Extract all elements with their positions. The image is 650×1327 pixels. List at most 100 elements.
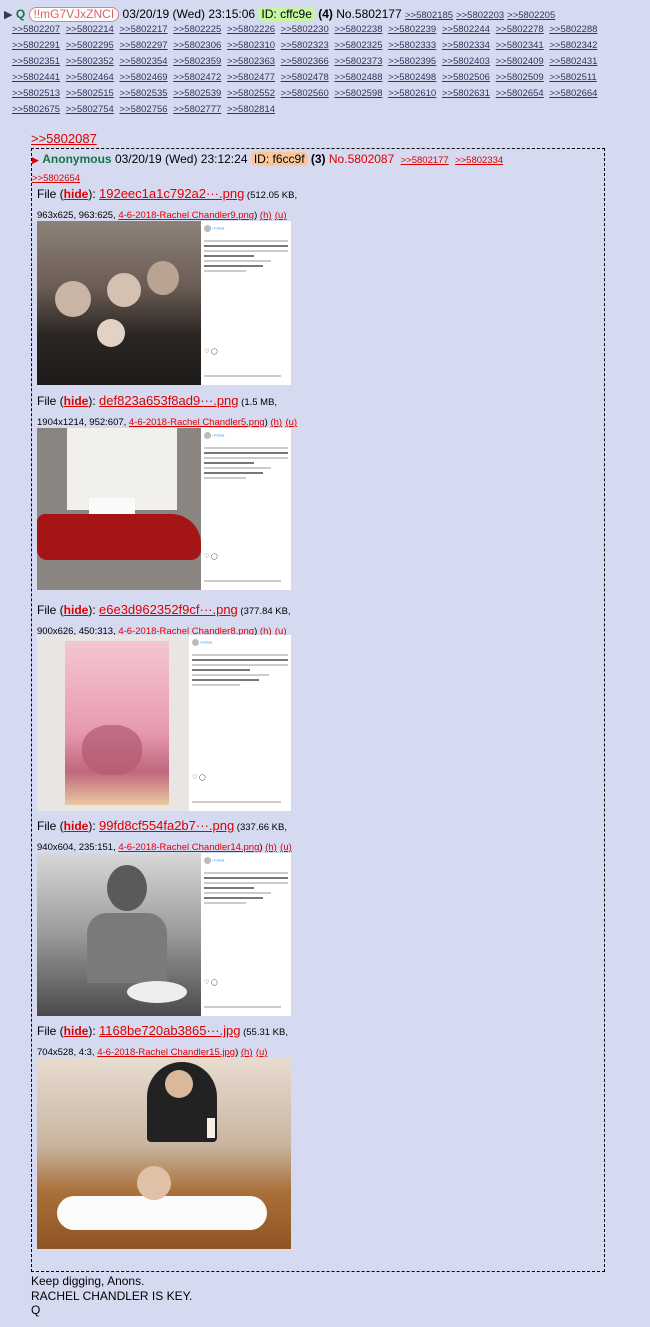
original-filename-link[interactable]: 4-6-2018-Rachel Chandler14.png	[118, 842, 259, 853]
reply-backlink[interactable]: >>5802664	[549, 88, 597, 99]
reply-backlink[interactable]: >>5802431	[549, 56, 597, 67]
file-h-link[interactable]: (h)	[260, 210, 272, 221]
reply-backlink[interactable]: >>5802366	[281, 56, 329, 67]
expand-arrow-icon[interactable]: ▶	[32, 155, 39, 165]
reply-backlink[interactable]: >>5802598	[334, 88, 382, 99]
reply-backlink[interactable]: >>5802814	[227, 104, 275, 115]
file-h-link[interactable]: (h)	[265, 842, 277, 853]
quote-link[interactable]: >>5802087	[31, 131, 97, 146]
reply-backlink[interactable]: >>5802359	[173, 56, 221, 67]
reply-backlink[interactable]: >>5802306	[173, 40, 221, 51]
reply-backlink[interactable]: >>5802278	[496, 24, 544, 35]
reply-backlink[interactable]: >>5802488	[334, 72, 382, 83]
reply-backlink[interactable]: >>5802395	[388, 56, 436, 67]
reply-backlink[interactable]: >>5802352	[66, 56, 114, 67]
reply-backlink[interactable]: >>5802341	[496, 40, 544, 51]
original-filename-link[interactable]: 4-6-2018-Rachel Chandler5.png	[129, 417, 265, 428]
reply-backlink[interactable]: >>5802295	[66, 40, 114, 51]
file-name-link[interactable]: e6e3d962352f9cf···.png	[99, 602, 238, 617]
reply-backlink[interactable]: >>5802288	[549, 24, 597, 35]
file-thumbnail[interactable]: • Follow ♡ ◯	[37, 428, 291, 590]
reply-backlink[interactable]: >>5802509	[496, 72, 544, 83]
file-h-link[interactable]: (h)	[241, 1047, 253, 1058]
file-thumbnail[interactable]: • Follow ♡ ◯	[37, 221, 291, 385]
reply-backlink[interactable]: >>5802225	[173, 24, 221, 35]
hide-file-link[interactable]: hide	[64, 394, 89, 408]
original-filename-link[interactable]: 4-6-2018-Rachel Chandler9.png	[118, 210, 254, 221]
reply-backlink[interactable]: >>5802513	[12, 88, 60, 99]
poster-id[interactable]: ID: cffc9e	[258, 7, 315, 21]
post-number[interactable]: No.5802087	[329, 152, 394, 166]
reply-backlink[interactable]: >>5802464	[66, 72, 114, 83]
reply-backlink[interactable]: >>5802754	[66, 104, 114, 115]
reply-backlink[interactable]: >>5802203	[456, 10, 504, 21]
hide-file-link[interactable]: hide	[64, 603, 89, 617]
file-thumbnail[interactable]: • Follow ♡ ◯	[37, 853, 291, 1016]
reply-backlink[interactable]: >>5802185	[405, 10, 453, 21]
file-name-link[interactable]: 192eec1a1c792a2···.png	[99, 186, 244, 201]
reply-backlink[interactable]: >>5802297	[119, 40, 167, 51]
original-filename-link[interactable]: 4-6-2018-Rachel Chandler15.jpg	[97, 1047, 235, 1058]
reply-backlink[interactable]: >>5802351	[12, 56, 60, 67]
reply-backlink[interactable]: >>5802310	[227, 40, 275, 51]
reply-backlink[interactable]: >>5802333	[388, 40, 436, 51]
file-u-link[interactable]: (u)	[285, 417, 297, 428]
file-thumbnail[interactable]: • Follow ♡ ◯	[37, 635, 291, 811]
file-name-link[interactable]: 1168be720ab3865···.jpg	[99, 1023, 240, 1038]
reply-backlink[interactable]: >>5802506	[442, 72, 490, 83]
reply-backlink[interactable]: >>5802472	[173, 72, 221, 83]
file-u-link[interactable]: (u)	[275, 210, 287, 221]
file-name-link[interactable]: def823a653f8ad9···.png	[99, 393, 239, 408]
file-name-link[interactable]: 99fd8cf554fa2b7···.png	[99, 818, 234, 833]
reply-backlink[interactable]: >>5802325	[334, 40, 382, 51]
reply-backlink[interactable]: >>5802291	[12, 40, 60, 51]
reply-backlink[interactable]: >>5802334	[455, 155, 503, 166]
reply-backlink[interactable]: >>5802214	[66, 24, 114, 35]
reply-backlink[interactable]: >>5802230	[281, 24, 329, 35]
reply-backlink[interactable]: >>5802354	[119, 56, 167, 67]
reply-backlink[interactable]: >>5802373	[334, 56, 382, 67]
reply-backlink[interactable]: >>5802217	[119, 24, 167, 35]
reply-backlink[interactable]: >>5802515	[66, 88, 114, 99]
reply-backlink[interactable]: >>5802207	[12, 24, 60, 35]
reply-backlink[interactable]: >>5802342	[549, 40, 597, 51]
hide-file-link[interactable]: hide	[64, 819, 89, 833]
reply-backlink[interactable]: >>5802239	[388, 24, 436, 35]
reply-backlink[interactable]: >>5802560	[281, 88, 329, 99]
reply-backlink[interactable]: >>5802654	[32, 173, 80, 184]
reply-backlink[interactable]: >>5802552	[227, 88, 275, 99]
reply-backlink[interactable]: >>5802238	[334, 24, 382, 35]
reply-backlink[interactable]: >>5802539	[173, 88, 221, 99]
collapse-icon[interactable]: ▶	[4, 9, 12, 21]
reply-backlink[interactable]: >>5802498	[388, 72, 436, 83]
post-number[interactable]: No.5802177	[336, 7, 401, 21]
reply-backlink[interactable]: >>5802478	[281, 72, 329, 83]
reply-backlink[interactable]: >>5802244	[442, 24, 490, 35]
reply-backlink[interactable]: >>5802477	[227, 72, 275, 83]
reply-backlink[interactable]: >>5802631	[442, 88, 490, 99]
reply-backlink[interactable]: >>5802469	[119, 72, 167, 83]
reply-backlink[interactable]: >>5802675	[12, 104, 60, 115]
reply-backlink[interactable]: >>5802177	[401, 155, 449, 166]
hide-file-link[interactable]: hide	[64, 187, 89, 201]
file-thumbnail[interactable]	[37, 1058, 291, 1249]
reply-backlink[interactable]: >>5802610	[388, 88, 436, 99]
reply-backlink[interactable]: >>5802654	[496, 88, 544, 99]
file-u-link[interactable]: (u)	[256, 1047, 268, 1058]
reply-backlink[interactable]: >>5802403	[442, 56, 490, 67]
reply-backlink[interactable]: >>5802363	[227, 56, 275, 67]
reply-backlink[interactable]: >>5802323	[281, 40, 329, 51]
reply-backlink[interactable]: >>5802441	[12, 72, 60, 83]
reply-backlink[interactable]: >>5802226	[227, 24, 275, 35]
reply-backlink[interactable]: >>5802511	[549, 72, 596, 83]
hide-file-link[interactable]: hide	[64, 1024, 89, 1038]
reply-backlink[interactable]: >>5802535	[119, 88, 167, 99]
reply-backlink[interactable]: >>5802409	[496, 56, 544, 67]
reply-backlink[interactable]: >>5802334	[442, 40, 490, 51]
reply-backlink[interactable]: >>5802756	[119, 104, 167, 115]
reply-backlink[interactable]: >>5802777	[173, 104, 221, 115]
file-h-link[interactable]: (h)	[270, 417, 282, 428]
file-u-link[interactable]: (u)	[280, 842, 292, 853]
poster-id[interactable]: ID: f6cc9f	[250, 152, 308, 166]
reply-backlink[interactable]: >>5802205	[507, 10, 555, 21]
